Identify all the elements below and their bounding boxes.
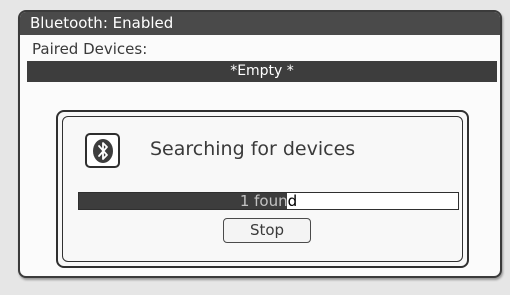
screen: Bluetooth: Enabled Paired Devices: *Empt… — [0, 0, 510, 295]
search-progress-bar: 1 found — [78, 192, 459, 210]
bluetooth-icon — [85, 133, 120, 168]
stop-button[interactable]: Stop — [223, 218, 311, 243]
bluetooth-window: Bluetooth: Enabled Paired Devices: *Empt… — [18, 10, 502, 278]
searching-dialog-frame: Searching for devices 1 found Stop — [62, 116, 463, 262]
paired-devices-label: Paired Devices: — [32, 40, 148, 58]
paired-device-item[interactable]: *Empty * — [27, 61, 497, 82]
searching-message: Searching for devices — [150, 138, 356, 160]
devices-found-count: 1 found — [239, 192, 298, 210]
searching-dialog: Searching for devices 1 found Stop — [56, 110, 469, 268]
title-bar: Bluetooth: Enabled — [20, 12, 500, 35]
bluetooth-glyph — [93, 139, 113, 163]
